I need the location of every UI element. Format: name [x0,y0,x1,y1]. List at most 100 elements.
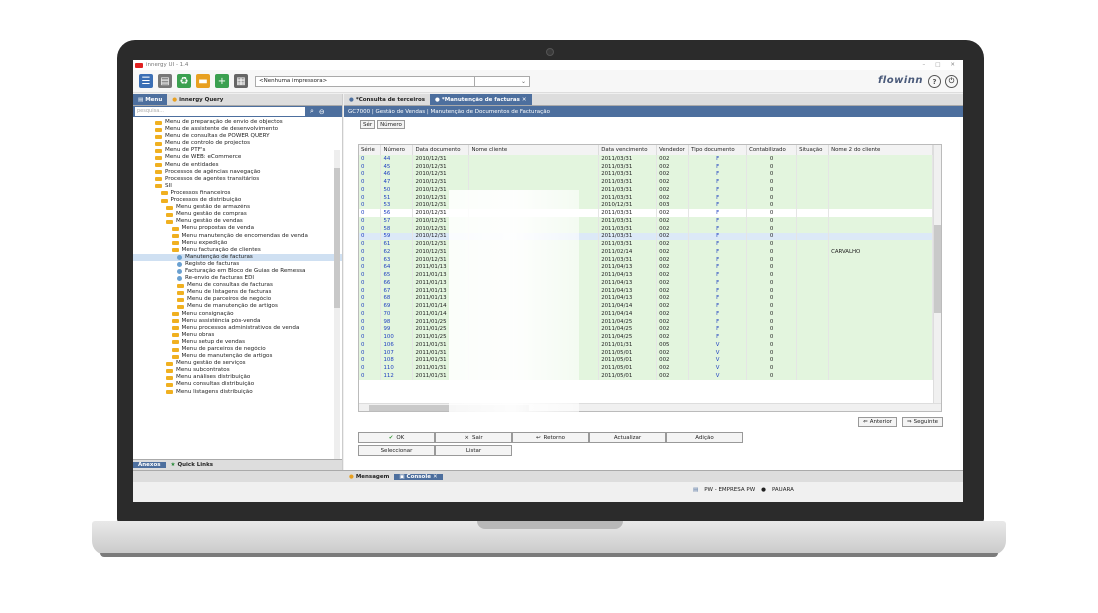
column-header[interactable]: Situação [796,145,830,155]
tree-item[interactable]: Menu de WEB: eCommerce [133,154,342,161]
column-header[interactable]: Número [380,145,414,155]
column-header[interactable]: Data documento [412,145,470,155]
tree-item[interactable]: Menu de PTF's [133,147,342,154]
tree-item[interactable]: Menu análises distribuição [133,374,342,381]
grid-hscroll-thumb[interactable] [369,405,529,411]
print-icon[interactable]: ▤ [158,74,172,88]
tree-item[interactable]: Menu consultas distribuição [133,381,342,388]
grid-horizontal-scrollbar[interactable] [359,403,941,411]
table-row[interactable]: 0 51 2010/12/31 2011/03/31 002 F 0 [359,193,933,202]
tab-consulta-terceiros[interactable]: ● *Consulta de terceiros [344,94,430,105]
table-row[interactable]: 0 108 2011/01/31 2011/05/01 002 V 0 [359,356,933,365]
ok-button[interactable]: ✔ OK [358,432,435,443]
tab-quick-links[interactable]: ★ Quick Links [166,462,218,468]
column-header[interactable]: Tipo documento [688,145,748,155]
menu-list-icon[interactable]: ☰ [139,74,153,88]
minimize-icon[interactable]: – [922,62,925,68]
tree-search-input[interactable]: pesquisa... [135,107,305,116]
open-folder-icon[interactable]: ▬ [196,74,210,88]
table-row[interactable]: 0 62 2010/12/31 2011/02/14 002 F 0 CARVALHO [359,248,933,256]
close-icon[interactable]: ✕ [950,62,955,68]
power-icon[interactable]: ⏻ [945,75,958,88]
table-row[interactable]: 0 47 2010/12/31 2011/03/31 002 F 0 [359,178,933,186]
filter-numero[interactable]: Número [377,120,405,129]
column-header[interactable]: Vendedor [656,145,690,155]
tree-item[interactable]: Processos de agentes transitários [133,176,342,183]
tree-item[interactable]: Menu gestão de vendas [133,218,342,225]
tree-item[interactable]: Menu assistência pós-venda [133,318,342,325]
adicao-button[interactable]: Adição [666,432,743,443]
table-row[interactable]: 0 112 2011/01/31 2011/05/01 002 V 0 [359,372,933,380]
tree-item[interactable]: Registo de facturas [133,261,342,268]
tree-item[interactable]: Menu gestão de armazéns [133,204,342,211]
tree-item[interactable]: Facturação em Bloco de Guias de Remessa [133,268,342,275]
tree-item[interactable]: Processos financeiros [133,190,342,197]
tree-item[interactable]: Menu processos administrativos de venda [133,325,342,332]
tree-item[interactable]: Menu de manutenção de artigos [133,303,342,310]
close-tab-icon[interactable]: ✕ [433,474,438,480]
table-row[interactable]: 0 100 2011/01/25 2011/04/25 002 F 0 [359,333,933,341]
table-row[interactable]: 0 46 2010/12/31 2011/03/31 002 F 0 [359,170,933,179]
tree-item[interactable]: Menu de preparação de envio de objectos [133,119,342,126]
prev-button[interactable]: ⇐ Anterior [858,417,897,427]
new-document-icon[interactable]: + [215,74,229,88]
table-row[interactable]: 0 64 2011/01/13 2011/04/13 002 F 0 [359,263,933,272]
tree-scroll-thumb[interactable] [334,168,340,308]
tree-item[interactable]: Processos de agências navegação [133,169,342,176]
table-row[interactable]: 0 58 2010/12/31 2011/03/31 002 F 0 [359,224,933,233]
tree-item[interactable]: Menu listagens distribuição [133,389,342,396]
tab-console[interactable]: ▣ Console ✕ [394,473,443,480]
refresh-icon[interactable]: ♻ [177,74,191,88]
tree-item[interactable]: SII [133,183,342,190]
tree-item[interactable]: Menu de consultas de facturas [133,282,342,289]
tree-item[interactable]: Menu de parceiros de negócio [133,296,342,303]
table-row[interactable]: 0 53 2010/12/31 2010/12/31 003 F 0 [359,201,933,210]
tree-item[interactable]: Menu gestão de serviços [133,360,342,367]
table-row[interactable]: 0 68 2011/01/13 2011/04/13 002 F 0 [359,294,933,303]
tree-item[interactable]: Menu facturação de clientes [133,247,342,254]
table-row[interactable]: 0 70 2011/01/14 2011/04/14 002 F 0 [359,310,933,318]
printer-icon[interactable]: ▦ [234,74,248,88]
table-row[interactable]: 0 59 2010/12/31 2011/03/31 002 F 0 [359,232,933,241]
help-icon[interactable]: ? [928,75,941,88]
tab-innergy-query[interactable]: ● innergy Query [167,94,228,105]
search-icon[interactable]: ⌕ [310,107,314,116]
column-header[interactable]: Série [359,145,382,155]
printer-select[interactable]: <Nenhuma impressora> [255,75,475,87]
tab-mensagem[interactable]: ● Mensagem [344,474,394,480]
tree-item[interactable]: Manutenção de facturas [133,253,342,261]
actualizar-button[interactable]: Actualizar [589,432,666,443]
table-row[interactable]: 0 98 2011/01/25 2011/04/25 002 F 0 [359,317,933,326]
tree-item[interactable]: Menu de entidades [133,162,342,169]
filter-serie[interactable]: Sér [360,120,376,129]
collapse-icon[interactable]: ⊖ [319,108,325,116]
column-header[interactable]: Nome 2 do cliente [828,145,933,155]
seleccionar-button[interactable]: Seleccionar [358,445,435,456]
tab-menu[interactable]: ▤ Menu [133,94,168,105]
tree-item[interactable]: Menu de controlo de projectos [133,140,342,147]
tree-item[interactable]: Menu subcontratos [133,367,342,374]
column-header[interactable]: Nome cliente [468,145,600,155]
tree-item[interactable]: Menu gestão de compras [133,211,342,218]
table-row[interactable]: 0 61 2010/12/31 2011/03/31 002 F 0 [359,240,933,248]
table-row[interactable]: 0 66 2011/01/13 2011/04/13 002 F 0 [359,279,933,287]
table-row[interactable]: 0 45 2010/12/31 2011/03/31 002 F 0 [359,162,933,171]
table-row[interactable]: 0 107 2011/01/31 2011/05/01 002 V 0 [359,348,933,357]
tree-item[interactable]: Menu expedição [133,240,342,247]
table-row[interactable]: 0 65 2011/01/13 2011/04/13 002 F 0 [359,271,933,279]
table-row[interactable]: 0 44 2010/12/31 2011/03/31 002 F 0 [359,155,933,163]
table-row[interactable]: 0 67 2011/01/13 2011/04/13 002 F 0 [359,286,933,295]
tree-item[interactable]: Menu de listagens de facturas [133,289,342,296]
tab-anexos[interactable]: Anexos [133,462,166,468]
retorno-button[interactable]: ↩ Retorno [512,432,589,443]
tree-item[interactable]: Re-envio de facturas EDI [133,275,342,282]
table-row[interactable]: 0 99 2011/01/25 2011/04/25 002 F 0 [359,325,933,334]
table-row[interactable]: 0 57 2010/12/31 2011/03/31 002 F 0 [359,217,933,225]
table-row[interactable]: 0 110 2011/01/31 2011/05/01 002 V 0 [359,364,933,372]
next-button[interactable]: ⇒ Seguinte [901,417,943,427]
column-header[interactable]: Data vencimento [598,145,658,155]
tree-item[interactable]: Menu propostas de venda [133,225,342,232]
tree-item[interactable]: Menu de parceiros de negócio [133,346,342,353]
grid-vscroll-thumb[interactable] [934,225,941,313]
table-row[interactable]: 0 69 2011/01/14 2011/04/14 002 F 0 [359,302,933,310]
